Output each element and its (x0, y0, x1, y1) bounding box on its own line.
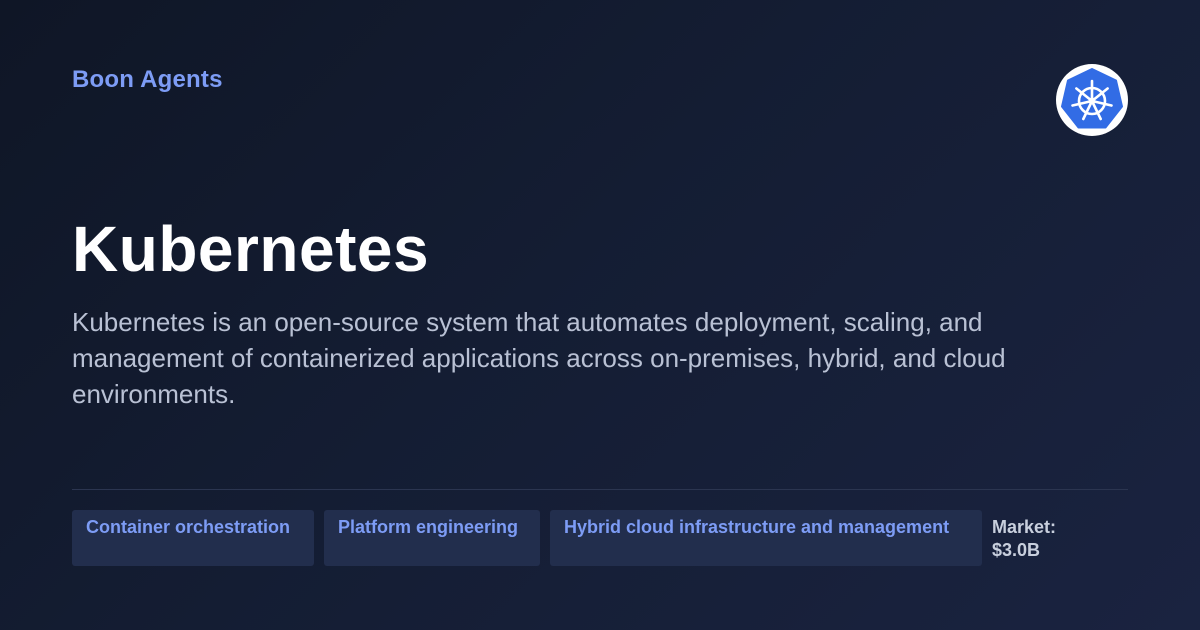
page-title: Kubernetes (72, 213, 430, 285)
page-description: Kubernetes is an open-source system that… (72, 307, 1006, 409)
tag-container-orchestration: Container orchestration (72, 510, 314, 566)
tag-platform-engineering: Platform engineering (324, 510, 540, 566)
tag-hybrid-cloud: Hybrid cloud infrastructure and manageme… (550, 510, 982, 566)
kubernetes-logo-icon (1056, 64, 1128, 136)
divider (72, 489, 1128, 490)
brand-name: Boon Agents (72, 66, 223, 93)
market-size: Market: $3.0B (992, 517, 1057, 560)
